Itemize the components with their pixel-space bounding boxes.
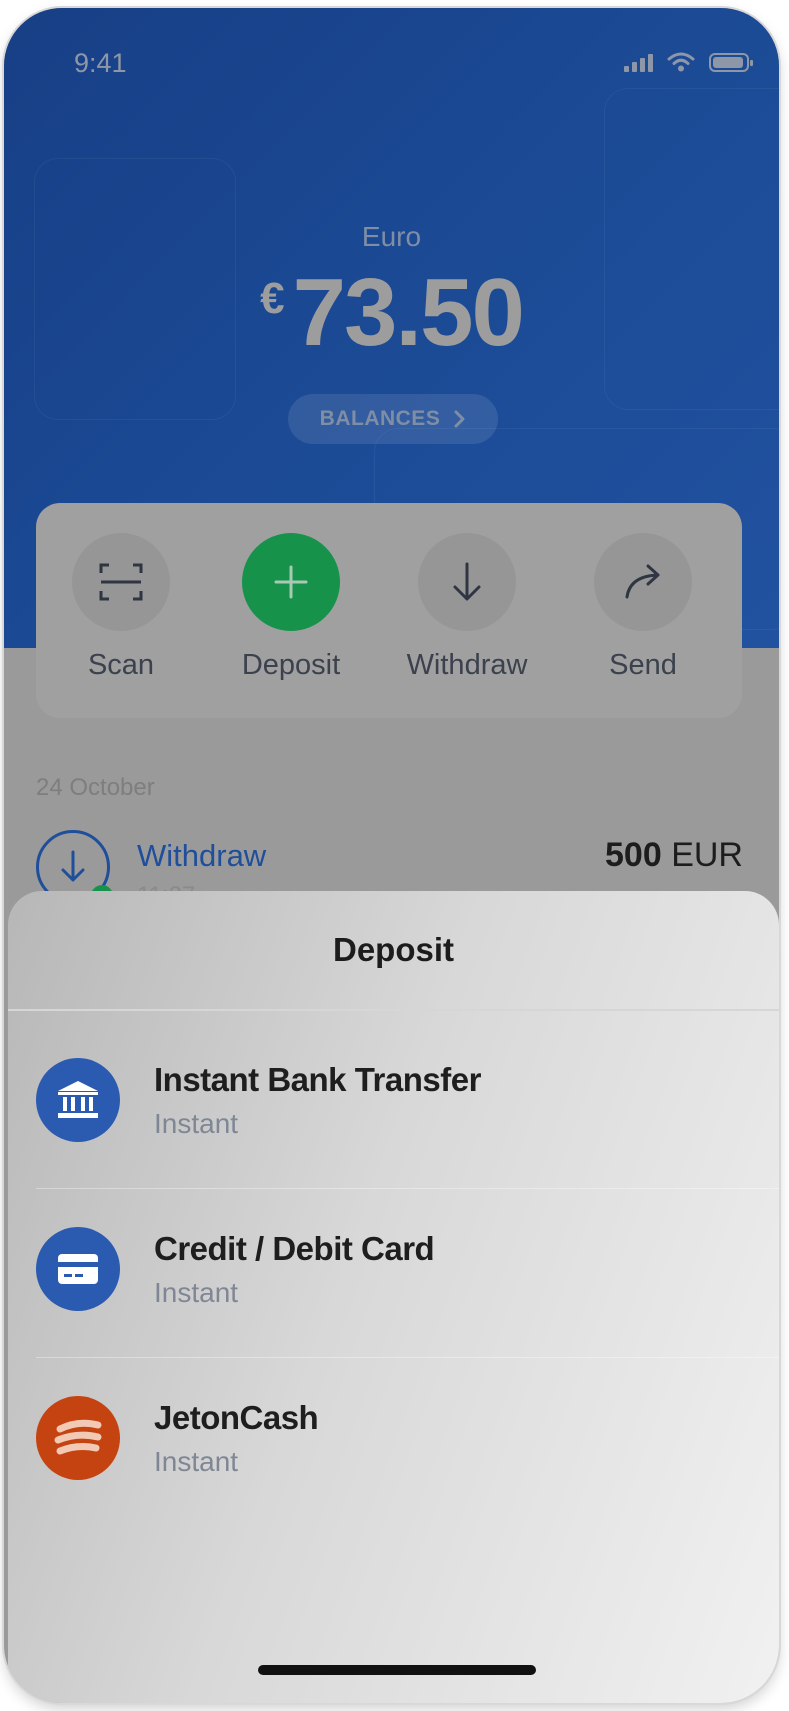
sheet-title: Deposit bbox=[332, 931, 454, 968]
balances-button[interactable]: BALANCES bbox=[288, 394, 498, 444]
battery-icon bbox=[709, 52, 753, 72]
card-icon bbox=[36, 1227, 120, 1311]
arrow-down-icon bbox=[61, 850, 85, 882]
arrow-down-icon bbox=[453, 562, 481, 601]
signal-icon bbox=[624, 52, 653, 72]
phone-screen: 9:41 Euro € 73.50 BALANCES Scan Deposit … bbox=[4, 8, 779, 1703]
transaction-date: 24 October bbox=[36, 774, 155, 801]
plus-icon bbox=[274, 565, 308, 599]
send-action[interactable]: Send bbox=[568, 533, 718, 682]
home-indicator[interactable] bbox=[258, 1665, 536, 1675]
sheet-header: Deposit bbox=[8, 891, 779, 1011]
transaction-amount: 500 EUR bbox=[605, 836, 743, 875]
bank-icon bbox=[36, 1058, 120, 1142]
currency-symbol: € bbox=[260, 274, 285, 323]
balance-value: 73.50 bbox=[292, 259, 525, 366]
chevron-right-icon bbox=[454, 410, 465, 428]
withdraw-label: Withdraw bbox=[406, 649, 528, 681]
scan-icon bbox=[99, 563, 143, 601]
balance-amount: € 73.50 bbox=[4, 258, 779, 368]
quick-actions: Scan Deposit Withdraw Send bbox=[36, 503, 742, 718]
scan-label: Scan bbox=[87, 649, 155, 681]
withdraw-action[interactable]: Withdraw bbox=[392, 533, 542, 682]
deposit-option-card[interactable]: Credit / Debit Card Instant bbox=[36, 1180, 779, 1348]
option-subtitle: Instant bbox=[154, 1108, 239, 1139]
transaction-amount-value: 500 bbox=[605, 836, 662, 874]
status-icons bbox=[624, 52, 753, 72]
deposit-sheet: Deposit Instant Bank Transfer Instant Cr… bbox=[8, 891, 779, 1703]
option-subtitle: Instant bbox=[154, 1277, 239, 1308]
send-arrow-icon bbox=[625, 564, 660, 599]
send-label: Send bbox=[609, 649, 677, 681]
deposit-label: Deposit bbox=[241, 649, 341, 681]
deposit-option-bank-transfer[interactable]: Instant Bank Transfer Instant bbox=[36, 1011, 779, 1179]
transaction-currency: EUR bbox=[671, 836, 743, 874]
option-name: Credit / Debit Card bbox=[154, 1230, 435, 1267]
currency-name: Euro bbox=[361, 221, 422, 252]
deposit-action[interactable]: Deposit bbox=[216, 533, 366, 682]
option-subtitle: Instant bbox=[154, 1446, 239, 1477]
scan-action[interactable]: Scan bbox=[46, 533, 196, 682]
option-name: JetonCash bbox=[154, 1399, 319, 1436]
status-time: 9:41 bbox=[74, 48, 127, 78]
wifi-icon bbox=[667, 52, 695, 72]
balances-label: BALANCES bbox=[319, 407, 441, 430]
option-name: Instant Bank Transfer bbox=[154, 1061, 481, 1098]
transaction-label[interactable]: Withdraw bbox=[137, 838, 266, 874]
jetoncash-icon bbox=[36, 1396, 120, 1480]
deposit-option-jetoncash[interactable]: JetonCash Instant bbox=[36, 1349, 779, 1517]
